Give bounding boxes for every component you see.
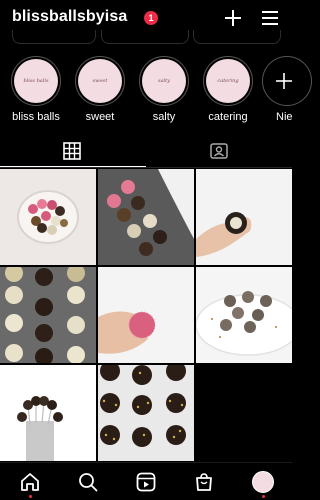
create-plus-icon[interactable] bbox=[223, 8, 243, 28]
highlight-cover: sweet bbox=[75, 56, 125, 106]
highlight-label: catering bbox=[208, 111, 248, 123]
highlight-cover-text: catering bbox=[217, 78, 239, 84]
grid-icon[interactable] bbox=[63, 142, 81, 160]
post-thumbnail[interactable] bbox=[0, 365, 96, 461]
story-highlights: bliss balls bliss balls sweet sweet salt… bbox=[0, 56, 312, 126]
hamburger-menu-icon[interactable] bbox=[260, 8, 280, 28]
highlight-cover-text: sweet bbox=[92, 78, 108, 84]
plus-icon bbox=[276, 73, 292, 89]
highlight-catering[interactable]: catering catering bbox=[200, 56, 256, 123]
shop-icon[interactable] bbox=[193, 471, 215, 493]
post-thumbnail[interactable] bbox=[196, 169, 292, 265]
highlight-bliss-balls[interactable]: bliss balls bliss balls bbox=[8, 56, 64, 123]
post-thumbnail[interactable] bbox=[196, 267, 292, 363]
highlight-cover-text: bliss balls bbox=[23, 78, 49, 84]
profile-username[interactable]: blissballsbyisa bbox=[12, 8, 127, 26]
post-thumbnail[interactable] bbox=[0, 267, 96, 363]
highlight-cover: catering bbox=[203, 56, 253, 106]
highlight-label: Nie bbox=[276, 111, 293, 123]
search-icon[interactable] bbox=[77, 471, 99, 493]
bottom-navigation bbox=[0, 462, 292, 500]
post-thumbnail[interactable] bbox=[98, 365, 194, 461]
post-thumbnail[interactable] bbox=[0, 169, 96, 265]
highlight-label: bliss balls bbox=[12, 111, 60, 123]
profile-action-button[interactable] bbox=[12, 30, 96, 44]
profile-tabs bbox=[0, 138, 292, 168]
reels-icon[interactable] bbox=[135, 471, 157, 493]
post-thumbnail[interactable] bbox=[98, 267, 194, 363]
profile-avatar[interactable] bbox=[252, 471, 274, 493]
profile-action-button[interactable] bbox=[101, 30, 189, 44]
post-thumbnail[interactable] bbox=[98, 169, 194, 265]
highlight-label: salty bbox=[152, 111, 176, 123]
home-icon[interactable] bbox=[19, 471, 41, 493]
tagged-person-icon[interactable] bbox=[210, 142, 228, 160]
highlight-cover: bliss balls bbox=[11, 56, 61, 106]
home-activity-dot bbox=[29, 495, 32, 498]
profile-activity-dot bbox=[262, 495, 265, 498]
highlight-salty[interactable]: salty salty bbox=[136, 56, 192, 123]
highlight-cover: salty bbox=[139, 56, 189, 106]
highlight-sweet[interactable]: sweet sweet bbox=[72, 56, 128, 123]
active-tab-indicator bbox=[0, 166, 146, 167]
new-highlight-ring bbox=[262, 56, 312, 106]
highlight-new[interactable]: Nie bbox=[262, 56, 312, 123]
highlight-label: sweet bbox=[85, 111, 115, 123]
profile-action-button[interactable] bbox=[193, 30, 281, 44]
highlight-cover-text: salty bbox=[158, 78, 170, 84]
notification-badge[interactable]: 1 bbox=[144, 11, 158, 25]
